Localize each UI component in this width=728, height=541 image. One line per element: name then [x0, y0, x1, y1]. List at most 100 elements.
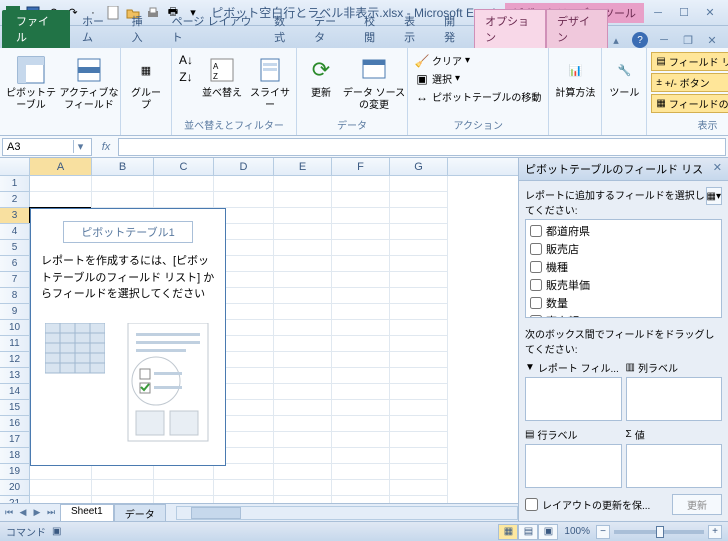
- move-button[interactable]: ↔ピボットテーブルの移動: [412, 88, 544, 105]
- cell[interactable]: [332, 416, 390, 432]
- cell[interactable]: [274, 336, 332, 352]
- col-header[interactable]: G: [390, 158, 448, 175]
- cell[interactable]: [332, 304, 390, 320]
- cell[interactable]: [332, 240, 390, 256]
- field-checkbox[interactable]: [530, 243, 542, 255]
- zoom-in-button[interactable]: +: [708, 525, 722, 539]
- sheet-nav-next-icon[interactable]: ▶: [30, 506, 44, 520]
- cell[interactable]: [332, 336, 390, 352]
- row-header[interactable]: 13: [0, 368, 30, 384]
- formula-input[interactable]: [118, 138, 726, 156]
- cell[interactable]: [390, 384, 448, 400]
- cell[interactable]: [390, 208, 448, 224]
- cell[interactable]: [214, 464, 274, 480]
- cell[interactable]: [274, 416, 332, 432]
- cell[interactable]: [390, 240, 448, 256]
- cell[interactable]: [274, 192, 332, 208]
- cell[interactable]: [214, 496, 274, 503]
- sheet-tab[interactable]: Sheet1: [60, 504, 114, 522]
- tools-button[interactable]: 🔧 ツール: [606, 52, 642, 102]
- row-header[interactable]: 9: [0, 304, 30, 320]
- row-header[interactable]: 10: [0, 320, 30, 336]
- row-header[interactable]: 1: [0, 176, 30, 192]
- col-header[interactable]: D: [214, 158, 274, 175]
- row-header[interactable]: 12: [0, 352, 30, 368]
- sheet-nav-last-icon[interactable]: ⏭: [44, 506, 58, 520]
- cell[interactable]: [332, 176, 390, 192]
- col-labels-zone[interactable]: [626, 377, 723, 421]
- name-box-dropdown-icon[interactable]: ▾: [73, 140, 87, 153]
- change-source-button[interactable]: データ ソース の変更: [345, 52, 403, 114]
- cell[interactable]: [154, 496, 214, 503]
- row-header[interactable]: 11: [0, 336, 30, 352]
- sheet-tab[interactable]: データ: [114, 504, 166, 522]
- cell[interactable]: [390, 480, 448, 496]
- select-all-corner[interactable]: [0, 158, 30, 175]
- tab-developer[interactable]: 開発: [434, 10, 474, 48]
- maximize-icon[interactable]: ☐: [676, 5, 692, 21]
- cell[interactable]: [332, 400, 390, 416]
- clear-button[interactable]: 🧹クリア ▾: [412, 52, 544, 69]
- values-zone[interactable]: [626, 444, 723, 488]
- pivot-field-item[interactable]: 販売店: [528, 240, 719, 258]
- cell[interactable]: [332, 224, 390, 240]
- cell[interactable]: [332, 288, 390, 304]
- fx-button[interactable]: fx: [94, 141, 118, 153]
- tab-design[interactable]: デザイン: [546, 9, 608, 48]
- zoom-thumb[interactable]: [656, 526, 664, 538]
- cell[interactable]: [274, 224, 332, 240]
- pm-buttons-toggle[interactable]: ±+/- ボタン: [651, 73, 728, 92]
- wb-minimize-icon[interactable]: ─: [656, 32, 672, 48]
- cell[interactable]: [274, 176, 332, 192]
- cell[interactable]: [30, 176, 92, 192]
- pivot-field-item[interactable]: 販売単価: [528, 276, 719, 294]
- sheet-nav-first-icon[interactable]: ⏮: [2, 506, 16, 520]
- tab-formulas[interactable]: 数式: [264, 10, 304, 48]
- report-filter-zone[interactable]: [525, 377, 622, 421]
- cell[interactable]: [390, 432, 448, 448]
- cell[interactable]: [390, 336, 448, 352]
- wb-restore-icon[interactable]: ❐: [680, 32, 696, 48]
- cell[interactable]: [274, 304, 332, 320]
- cell[interactable]: [332, 352, 390, 368]
- col-header[interactable]: A: [30, 158, 92, 175]
- cell[interactable]: [274, 448, 332, 464]
- cell[interactable]: [30, 496, 92, 503]
- cell[interactable]: [214, 480, 274, 496]
- row-header[interactable]: 6: [0, 256, 30, 272]
- minimize-icon[interactable]: ─: [650, 5, 666, 21]
- cell[interactable]: [332, 432, 390, 448]
- row-header[interactable]: 16: [0, 416, 30, 432]
- field-checkbox[interactable]: [530, 297, 542, 309]
- col-header[interactable]: C: [154, 158, 214, 175]
- group-button[interactable]: ▦ グループ: [125, 52, 167, 114]
- pivot-field-item[interactable]: 都道府県: [528, 222, 719, 240]
- cell[interactable]: [274, 400, 332, 416]
- select-button[interactable]: ▣選択 ▾: [412, 70, 544, 87]
- row-header[interactable]: 19: [0, 464, 30, 480]
- field-checkbox[interactable]: [530, 279, 542, 291]
- tab-view[interactable]: 表示: [394, 10, 434, 48]
- cell[interactable]: [92, 192, 154, 208]
- cell[interactable]: [274, 496, 332, 503]
- worksheet-grid[interactable]: ABCDEFG 12345678910111213141516171819202…: [0, 158, 518, 503]
- col-header[interactable]: B: [92, 158, 154, 175]
- cell[interactable]: [332, 480, 390, 496]
- row-header[interactable]: 17: [0, 432, 30, 448]
- cell[interactable]: [390, 416, 448, 432]
- macro-record-icon[interactable]: ▣: [52, 526, 61, 537]
- row-header[interactable]: 3: [0, 208, 30, 224]
- sort-desc-button[interactable]: Z↓: [176, 69, 196, 85]
- row-header[interactable]: 20: [0, 480, 30, 496]
- cell[interactable]: [154, 464, 214, 480]
- cell[interactable]: [154, 176, 214, 192]
- zoom-percent[interactable]: 100%: [564, 526, 590, 537]
- cell[interactable]: [332, 496, 390, 503]
- cell[interactable]: [92, 464, 154, 480]
- field-headers-toggle[interactable]: ▦フィールドの見出し: [651, 94, 728, 113]
- row-labels-zone[interactable]: [525, 444, 622, 488]
- active-field-button[interactable]: アクティブな フィールド: [62, 52, 116, 114]
- tab-home[interactable]: ホーム: [72, 10, 122, 48]
- cell[interactable]: [92, 480, 154, 496]
- cell[interactable]: [390, 352, 448, 368]
